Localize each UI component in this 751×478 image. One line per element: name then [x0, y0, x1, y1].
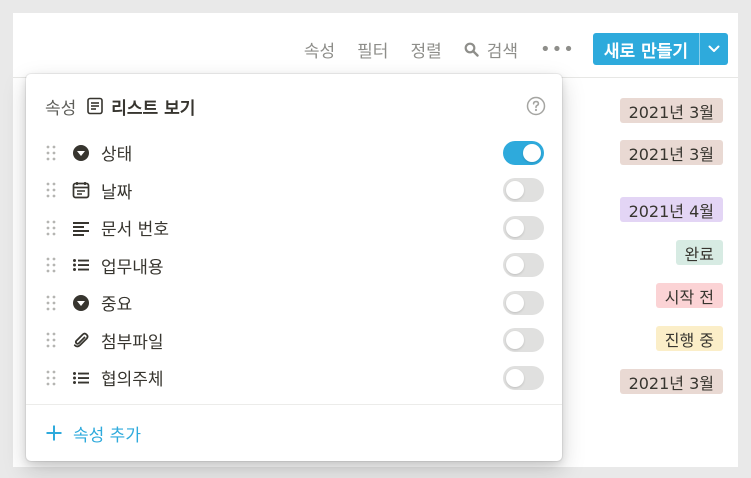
property-name: 중요	[101, 295, 133, 315]
visibility-toggle[interactable]	[503, 140, 544, 165]
drag-handle-icon[interactable]	[46, 370, 56, 386]
properties-menu: 속성 리스트 보기 상태 날짜 문서 번호 업무내용 중요 첨부파일 협의주체 …	[26, 74, 562, 461]
new-button-group: 새로 만들기	[592, 33, 728, 65]
drag-handle-icon[interactable]	[46, 332, 56, 348]
property-name: 날짜	[101, 182, 133, 203]
properties-menu-header: 속성 리스트 보기	[45, 92, 546, 120]
add-property-button[interactable]: 속성 추가	[45, 419, 141, 447]
toggle-knob	[523, 143, 541, 162]
sort-button[interactable]: 정렬	[410, 37, 441, 62]
filter-button[interactable]: 필터	[357, 37, 388, 62]
drag-handle-icon[interactable]	[46, 220, 56, 236]
visibility-toggle[interactable]	[503, 328, 544, 352]
property-row: 상태	[26, 134, 562, 171]
view-name: 리스트 보기	[111, 98, 196, 119]
toggle-knob	[506, 368, 524, 387]
toggle-knob	[506, 293, 524, 312]
property-row: 문서 번호	[26, 209, 562, 246]
add-property-label: 속성 추가	[73, 425, 141, 446]
menu-header-label: 속성	[45, 98, 77, 119]
property-row: 업무내용	[26, 247, 562, 284]
select-icon	[72, 294, 90, 312]
multi-select-icon	[72, 256, 90, 274]
text-icon	[72, 219, 90, 237]
property-name: 첨부파일	[101, 332, 164, 353]
menu-divider	[26, 404, 562, 405]
property-name: 협의주체	[101, 370, 164, 390]
chevron-down-icon	[708, 45, 720, 53]
property-row: 협의주체	[26, 359, 562, 396]
list-view-icon	[86, 97, 104, 115]
visibility-toggle[interactable]	[503, 178, 544, 202]
paperclip-icon	[72, 331, 90, 349]
new-button[interactable]: 새로 만들기	[593, 33, 699, 65]
drag-handle-icon[interactable]	[46, 145, 56, 161]
visibility-toggle[interactable]	[503, 290, 544, 315]
search-label: 검색	[486, 41, 519, 62]
toggle-knob	[506, 256, 524, 274]
property-row: 날짜	[26, 172, 562, 209]
property-row: 중요	[26, 284, 562, 321]
property-name: 상태	[101, 145, 133, 165]
help-circle-icon[interactable]	[526, 96, 546, 116]
multi-select-icon	[72, 369, 90, 387]
toggle-knob	[506, 181, 524, 199]
toggle-knob	[506, 218, 524, 237]
tag-month: 2021년 3월	[619, 98, 723, 123]
select-icon	[72, 144, 90, 162]
properties-button[interactable]: 속성	[304, 37, 335, 62]
drag-handle-icon[interactable]	[46, 182, 56, 198]
toggle-knob	[506, 331, 524, 349]
property-row: 첨부파일	[26, 322, 562, 359]
visibility-toggle[interactable]	[503, 253, 544, 277]
visibility-toggle[interactable]	[503, 365, 544, 390]
drag-handle-icon[interactable]	[46, 295, 56, 311]
property-name: 업무내용	[101, 257, 164, 278]
tag-status: 진행 중	[655, 326, 723, 351]
drag-handle-icon[interactable]	[46, 257, 56, 273]
visibility-toggle[interactable]	[503, 215, 544, 240]
tag-status: 시작 전	[655, 283, 723, 308]
new-dropdown-button[interactable]	[699, 33, 728, 65]
plus-icon	[45, 424, 63, 442]
tag-month: 2021년 3월	[619, 369, 723, 394]
tag-status: 완료	[675, 240, 723, 265]
tag-month: 2021년 3월	[619, 140, 723, 165]
more-options-button[interactable]: •••	[540, 39, 575, 60]
search-button[interactable]: 검색	[464, 37, 518, 62]
tag-month: 2021년 4월	[619, 197, 723, 222]
calendar-icon	[72, 181, 90, 199]
property-name: 문서 번호	[101, 220, 169, 240]
view-toolbar: 속성 필터 정렬 검색 ••• 새로 만들기	[304, 33, 728, 65]
search-icon	[464, 42, 479, 57]
